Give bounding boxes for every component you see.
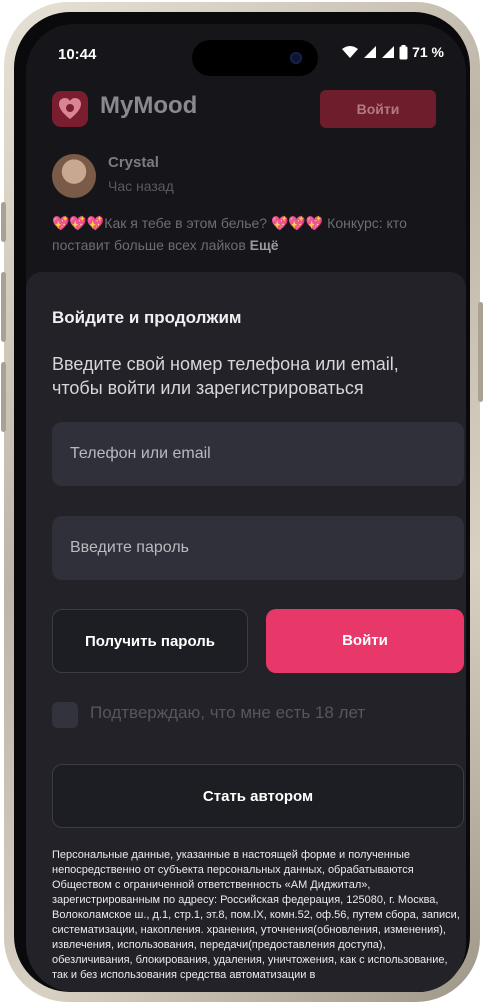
login-button[interactable]: Войти bbox=[266, 609, 464, 673]
status-time: 10:44 bbox=[58, 46, 97, 63]
hearts-emoji: 💖💖💖 bbox=[52, 215, 105, 231]
signal-icon bbox=[364, 46, 377, 58]
signal-2-icon bbox=[382, 46, 395, 58]
header-login-button[interactable]: Войти bbox=[320, 90, 436, 128]
power-button bbox=[478, 302, 483, 402]
battery-percent: 71 % bbox=[412, 44, 444, 60]
volume-down-button bbox=[1, 362, 6, 432]
status-icons: 71 % bbox=[341, 44, 444, 60]
camera-icon bbox=[290, 52, 302, 64]
age-checkbox[interactable] bbox=[52, 702, 78, 728]
phone-email-input[interactable] bbox=[52, 422, 464, 486]
app-header: MyMood Войти bbox=[26, 88, 466, 138]
sheet-title: Войдите и продолжим bbox=[52, 308, 242, 327]
post-time: Час назад bbox=[108, 178, 174, 194]
dynamic-island bbox=[192, 40, 318, 76]
app-name: MyMood bbox=[100, 92, 198, 119]
password-input[interactable] bbox=[52, 516, 464, 580]
get-password-button[interactable]: Получить пароль bbox=[52, 609, 248, 673]
battery-icon bbox=[399, 44, 408, 59]
age-checkbox-label[interactable]: Подтверждаю, что мне есть 18 лет bbox=[90, 703, 365, 723]
post-text-part-1: Как я тебе в этом белье? bbox=[104, 215, 271, 231]
become-author-button[interactable]: Стать автором bbox=[52, 764, 464, 828]
avatar[interactable] bbox=[52, 154, 96, 198]
mute-switch bbox=[1, 202, 6, 242]
post-author[interactable]: Crystal bbox=[108, 154, 159, 171]
legal-text: Персональные данные, указанные в настоящ… bbox=[52, 849, 460, 981]
post-text: 💖💖💖Как я тебе в этом белье? 💖💖💖 Конкурс:… bbox=[52, 212, 452, 256]
volume-up-button bbox=[1, 272, 6, 342]
screen: 10:44 71 % MyMood Войти Crystal Час наза… bbox=[26, 24, 466, 992]
mymood-logo-icon bbox=[52, 91, 88, 127]
hearts-emoji-2: 💖💖💖 bbox=[270, 215, 324, 231]
sheet-subtitle: Введите свой номер телефона или email, ч… bbox=[52, 354, 399, 398]
more-link[interactable]: Ещё bbox=[250, 237, 279, 253]
phone-frame: 10:44 71 % MyMood Войти Crystal Час наза… bbox=[1, 2, 483, 1002]
wifi-icon bbox=[342, 46, 359, 58]
status-bar: 10:44 71 % bbox=[26, 24, 466, 82]
login-sheet: Войдите и продолжим Введите свой номер т… bbox=[26, 272, 466, 992]
